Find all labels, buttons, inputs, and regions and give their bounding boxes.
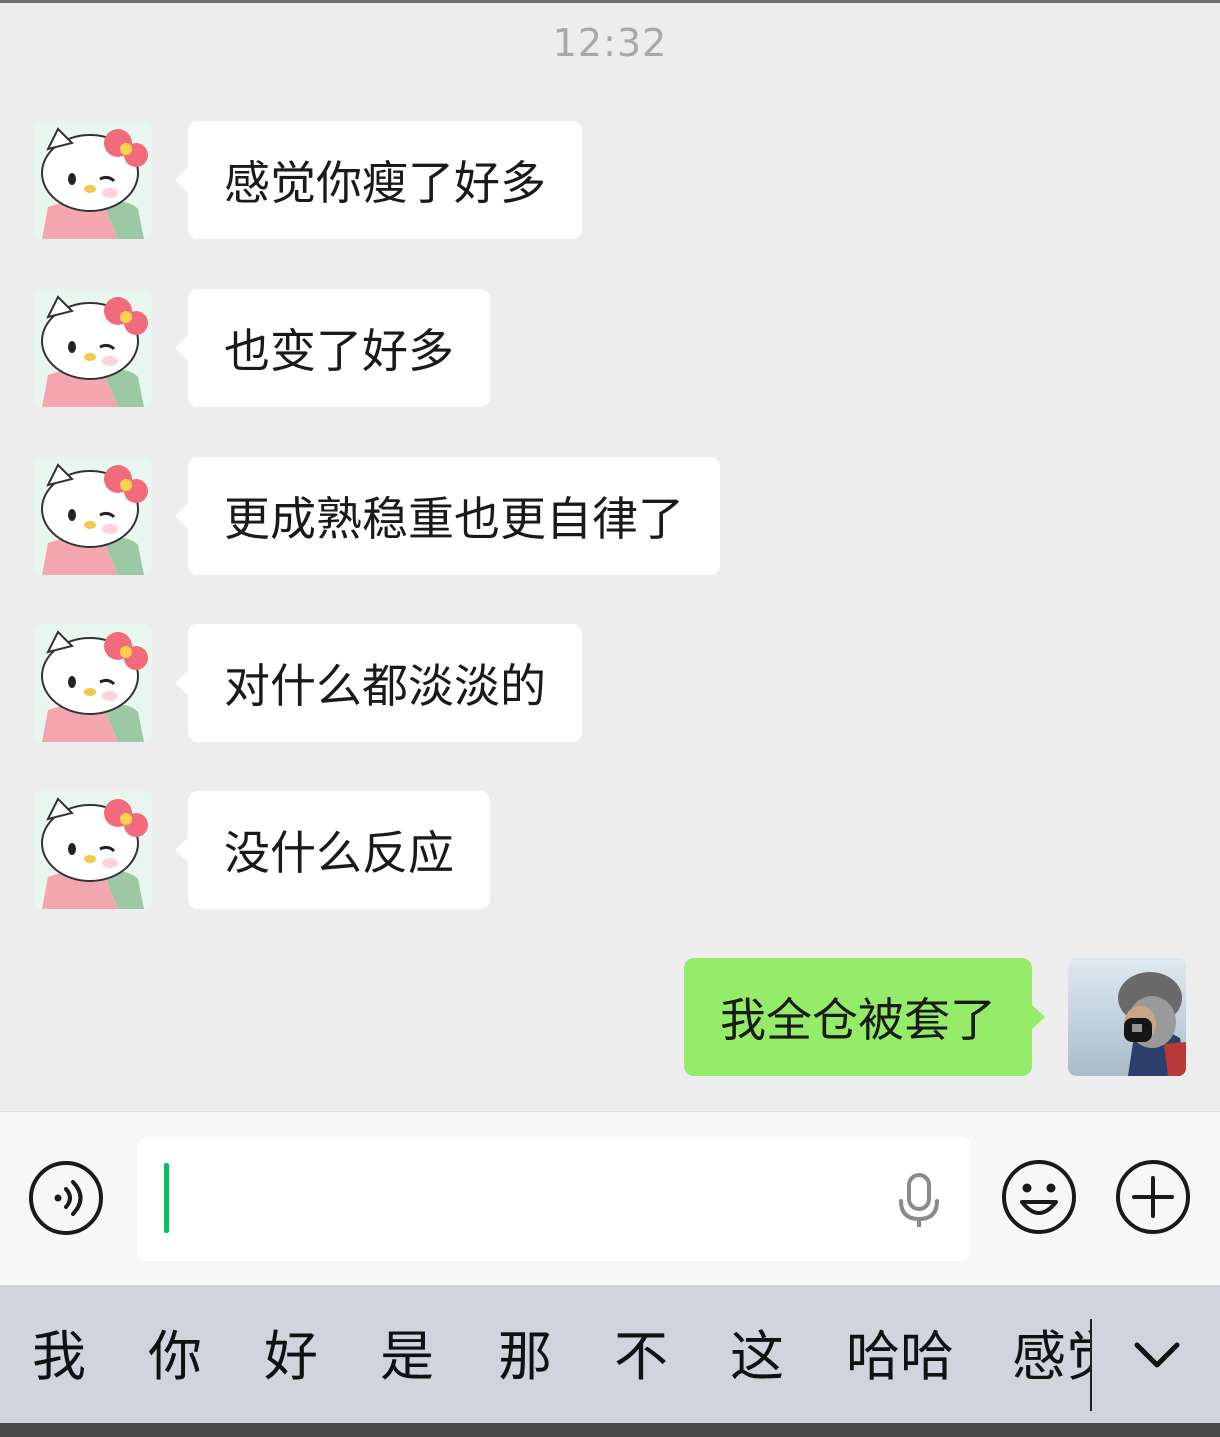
emoji-icon[interactable] — [1000, 1158, 1078, 1236]
candidate-word[interactable]: 哈哈 — [846, 1327, 954, 1387]
incoming-message-bubble[interactable]: 更成熟稳重也更自律了 — [175, 457, 720, 575]
voice-toggle-icon[interactable] — [28, 1160, 104, 1236]
incoming-message-bubble[interactable]: 没什么反应 — [175, 791, 490, 909]
candidate-word[interactable]: 感觉 — [1012, 1327, 1092, 1387]
microphone-icon[interactable] — [896, 1173, 942, 1229]
candidate-word[interactable]: 你 — [148, 1327, 202, 1387]
message-text: 我全仓被套了 — [720, 993, 996, 1047]
ime-candidate-bar: 我 你 好 是 那 不 这 哈哈 感觉 — [0, 1285, 1220, 1423]
message-text: 对什么都淡淡的 — [224, 659, 546, 713]
candidate-divider — [1090, 1319, 1092, 1411]
candidate-word[interactable]: 不 — [614, 1327, 668, 1387]
contact-avatar[interactable] — [34, 289, 152, 407]
message-input[interactable] — [138, 1137, 970, 1261]
plus-icon[interactable] — [1114, 1158, 1192, 1236]
chat-area[interactable]: 12:32 感觉你瘦了好多 也变了好多 更成熟稳重也更自律了 对什么都淡淡的 没… — [0, 3, 1220, 1111]
contact-avatar[interactable] — [34, 457, 152, 575]
candidate-word[interactable]: 这 — [730, 1327, 784, 1387]
message-text: 更成熟稳重也更自律了 — [224, 492, 684, 546]
candidate-word[interactable]: 好 — [264, 1327, 318, 1387]
text-caret — [164, 1163, 169, 1233]
user-avatar[interactable] — [1068, 958, 1186, 1076]
message-text: 也变了好多 — [224, 324, 454, 378]
message-text: 没什么反应 — [224, 826, 454, 880]
outgoing-message-bubble[interactable]: 我全仓被套了 — [684, 958, 1045, 1076]
contact-avatar[interactable] — [34, 121, 152, 239]
bottom-bar — [0, 1423, 1220, 1437]
candidate-word[interactable]: 是 — [380, 1327, 434, 1387]
incoming-message-bubble[interactable]: 感觉你瘦了好多 — [175, 121, 582, 239]
candidate-word[interactable]: 那 — [498, 1327, 552, 1387]
contact-avatar[interactable] — [34, 624, 152, 742]
candidate-word[interactable]: 我 — [32, 1327, 86, 1387]
incoming-message-bubble[interactable]: 也变了好多 — [175, 289, 490, 407]
incoming-message-bubble[interactable]: 对什么都淡淡的 — [175, 624, 582, 742]
contact-avatar[interactable] — [34, 791, 152, 909]
message-text: 感觉你瘦了好多 — [224, 156, 546, 210]
message-timestamp: 12:32 — [552, 21, 668, 65]
chevron-down-icon[interactable] — [1132, 1335, 1182, 1375]
input-bar — [0, 1111, 1220, 1285]
